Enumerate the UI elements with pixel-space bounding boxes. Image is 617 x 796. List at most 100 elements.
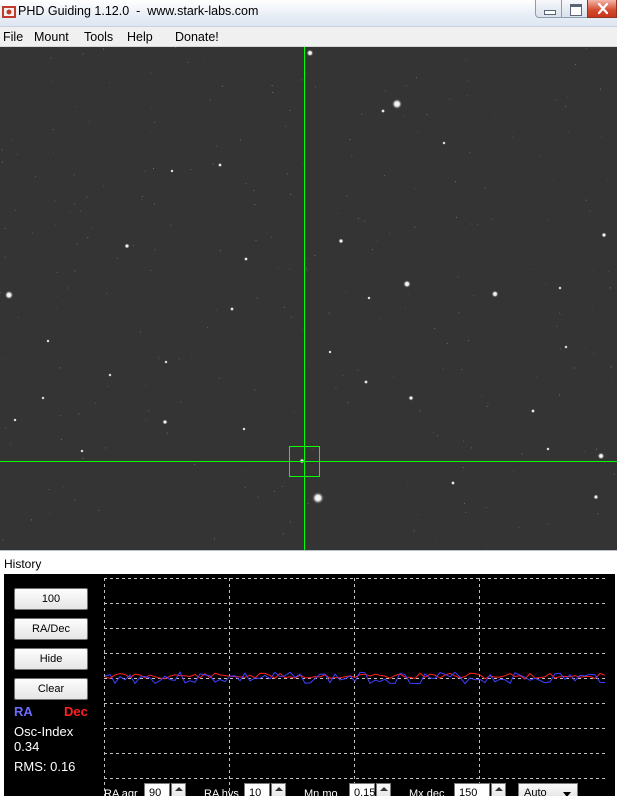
noise-speck: [469, 152, 471, 153]
minimize-button[interactable]: [535, 0, 562, 18]
noise-speck: [345, 292, 347, 294]
noise-speck: [568, 131, 569, 133]
noise-speck: [600, 88, 601, 90]
noise-speck: [585, 346, 587, 348]
noise-speck: [80, 210, 82, 212]
noise-speck: [585, 199, 587, 201]
noise-speck: [447, 207, 449, 209]
min-mo-input[interactable]: 0.15: [349, 783, 375, 796]
hide-button[interactable]: Hide: [14, 648, 88, 670]
noise-speck: [84, 129, 86, 131]
noise-speck: [301, 187, 302, 189]
noise-speck: [606, 180, 608, 182]
star: [108, 373, 112, 377]
history-length-button[interactable]: 100: [14, 588, 88, 610]
noise-speck: [405, 85, 407, 87]
noise-speck: [432, 432, 434, 434]
noise-speck: [476, 223, 478, 225]
menu-donate[interactable]: Donate!: [175, 30, 219, 44]
noise-speck: [149, 130, 151, 132]
star: [380, 108, 386, 114]
history-title: History: [4, 557, 42, 571]
noise-speck: [150, 72, 152, 74]
ra-aggr-spinner[interactable]: [171, 783, 186, 796]
osc-index-value: 0.34: [14, 739, 40, 754]
noise-speck: [187, 61, 189, 63]
star: [41, 396, 45, 400]
noise-speck: [351, 155, 353, 157]
noise-speck: [82, 457, 84, 459]
history-graph: [104, 578, 608, 796]
min-mo-spinner[interactable]: [376, 783, 391, 796]
noise-speck: [548, 220, 550, 222]
noise-speck: [290, 193, 292, 195]
noise-speck: [379, 318, 380, 320]
noise-speck: [254, 204, 256, 206]
star: [328, 350, 332, 354]
noise-speck: [78, 413, 80, 415]
menu-file[interactable]: File: [3, 30, 23, 44]
camera-image[interactable]: [0, 47, 617, 550]
noise-speck: [449, 98, 451, 100]
noise-speck: [357, 218, 359, 219]
noise-speck: [314, 86, 316, 88]
noise-speck: [574, 367, 575, 369]
noise-speck: [493, 114, 495, 116]
noise-speck: [283, 306, 285, 308]
noise-speck: [74, 270, 76, 272]
ra-dec-mode-button[interactable]: RA/Dec: [14, 618, 88, 640]
max-dec-spinner[interactable]: [491, 783, 506, 796]
ra-aggr-input[interactable]: 90: [144, 783, 170, 796]
ra-hys-spinner[interactable]: [271, 783, 286, 796]
noise-speck: [484, 187, 486, 189]
noise-speck: [16, 153, 18, 155]
noise-speck: [58, 415, 60, 417]
phd-guiding-window: PHD Guiding 1.12.0 - www.stark-labs.com …: [0, 0, 617, 796]
menu-mount[interactable]: Mount: [34, 30, 69, 44]
osc-index-label: Osc-Index: [14, 724, 74, 739]
noise-speck: [49, 512, 51, 514]
close-button[interactable]: [587, 0, 617, 18]
noise-speck: [376, 240, 378, 242]
noise-speck: [613, 473, 615, 475]
star: [13, 418, 17, 422]
noise-speck: [220, 250, 221, 252]
menu-help[interactable]: Help: [127, 30, 153, 44]
title-bar[interactable]: PHD Guiding 1.12.0 - www.stark-labs.com: [0, 0, 617, 27]
noise-speck: [337, 213, 339, 215]
star: [491, 290, 499, 298]
noise-speck: [342, 375, 344, 377]
maximize-button[interactable]: [561, 0, 588, 18]
noise-speck: [104, 447, 106, 449]
noise-speck: [148, 410, 150, 412]
noise-speck: [559, 312, 560, 314]
noise-speck: [55, 308, 57, 310]
noise-speck: [385, 90, 386, 92]
noise-speck: [434, 328, 436, 330]
noise-speck: [414, 226, 416, 228]
noise-speck: [458, 312, 460, 314]
noise-speck: [272, 92, 274, 93]
dec-mode-value: Auto: [524, 787, 547, 796]
noise-speck: [364, 220, 366, 222]
noise-speck: [244, 470, 246, 471]
noise-speck: [289, 521, 291, 523]
star: [124, 243, 130, 249]
noise-speck: [608, 271, 610, 273]
dec-mode-select[interactable]: Auto: [518, 783, 578, 796]
noise-speck: [103, 48, 105, 50]
noise-speck: [53, 152, 55, 154]
max-dec-input[interactable]: 150: [454, 783, 490, 796]
noise-speck: [487, 403, 489, 404]
menu-tools[interactable]: Tools: [84, 30, 113, 44]
star: [363, 379, 369, 385]
ra-hys-input[interactable]: 10: [244, 783, 270, 796]
noise-speck: [407, 294, 409, 296]
noise-speck: [273, 490, 275, 492]
noise-speck: [592, 305, 593, 307]
noise-speck: [316, 502, 318, 504]
noise-speck: [298, 80, 299, 82]
clear-button[interactable]: Clear: [14, 678, 88, 700]
star: [162, 419, 168, 425]
ra-aggr-label: RA agr: [104, 788, 138, 796]
